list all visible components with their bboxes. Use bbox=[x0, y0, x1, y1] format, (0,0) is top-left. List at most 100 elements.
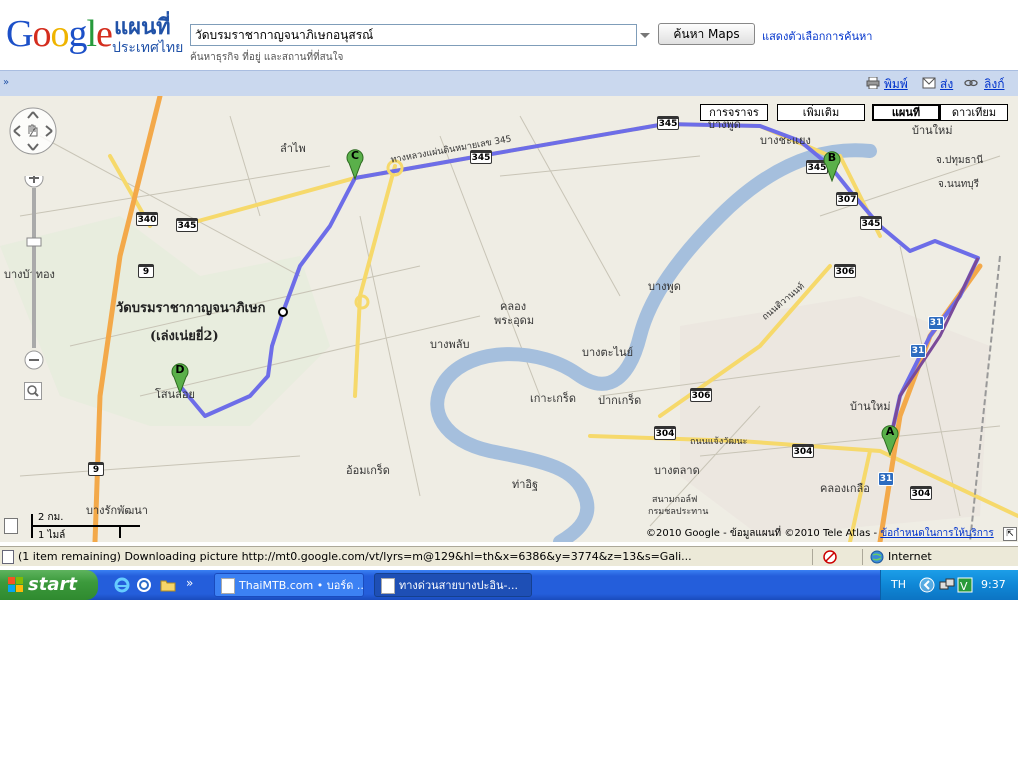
satellite-button[interactable]: ดาวเทียม bbox=[940, 104, 1008, 121]
scale-mi: 1 ไมล์ bbox=[38, 530, 66, 541]
place-label: คลองเกลือ bbox=[820, 482, 870, 495]
place-label: จ.นนทบุรี bbox=[938, 179, 980, 190]
place-label: (เล่งเน่ยยี่2) bbox=[150, 329, 219, 344]
start-button[interactable]: start bbox=[0, 570, 98, 600]
chevron-left-icon[interactable] bbox=[919, 577, 935, 593]
window-icon bbox=[381, 578, 395, 594]
place-label: บางตลาด bbox=[654, 464, 700, 477]
road-shield: 340 bbox=[136, 212, 158, 226]
place-label: บ้านใหม่ bbox=[850, 400, 891, 413]
link-icon bbox=[964, 79, 978, 87]
search-input[interactable] bbox=[190, 24, 637, 46]
zoom-slider-handle bbox=[26, 237, 42, 247]
window-icon bbox=[221, 578, 235, 594]
place-label: ท่าอิฐ bbox=[512, 478, 539, 491]
marker-label: D bbox=[175, 363, 185, 376]
ie-icon[interactable] bbox=[114, 577, 130, 593]
marker-label: B bbox=[827, 151, 837, 164]
route-marker-a[interactable]: A bbox=[880, 422, 900, 457]
antivirus-icon[interactable]: V bbox=[957, 577, 973, 593]
place-label: บางพลับ bbox=[430, 338, 470, 351]
browser-icon[interactable] bbox=[136, 577, 152, 593]
security-zone: Internet bbox=[888, 550, 932, 563]
resize-corner-icon[interactable]: ⇱ bbox=[1003, 527, 1017, 541]
maps-header: Google แผนที่ ประเทศไทย ค้นหาธุรกิจ ที่อ… bbox=[0, 0, 1024, 70]
print-link[interactable]: พิมพ์ bbox=[884, 75, 908, 93]
panel-toggle-button[interactable] bbox=[4, 518, 18, 534]
globe-icon bbox=[870, 550, 884, 564]
task-label: ThaiMTB.com • บอร์ด ... bbox=[239, 579, 364, 592]
map-type-button[interactable]: แผนที่ bbox=[872, 104, 940, 121]
road-shield: 304 bbox=[910, 486, 932, 500]
clock[interactable]: 9:37 bbox=[981, 577, 1006, 593]
place-label: อ้อมเกร็ด bbox=[346, 464, 390, 477]
road-shield: 306 bbox=[834, 264, 856, 278]
map-toolbar: » พิมพ์ ส่ง ลิงก์ bbox=[0, 70, 1018, 96]
road-label: ถนนแจ้งวัฒนะ bbox=[690, 437, 748, 447]
road-shield: 345 bbox=[470, 150, 492, 164]
road-shield: 31 bbox=[928, 316, 944, 330]
route-marker-d[interactable]: D bbox=[170, 360, 190, 395]
browser-window: Google แผนที่ ประเทศไทย ค้นหาธุรกิจ ที่อ… bbox=[0, 0, 1024, 768]
mail-icon bbox=[922, 77, 936, 89]
pan-control[interactable] bbox=[8, 106, 58, 156]
network-icon[interactable] bbox=[939, 577, 955, 593]
road-shield: 345 bbox=[657, 116, 679, 130]
more-button[interactable]: เพิ่มเติม bbox=[777, 104, 865, 121]
road-shield: 304 bbox=[792, 444, 814, 458]
svg-text:V: V bbox=[960, 580, 968, 593]
marker-label: C bbox=[350, 149, 360, 162]
status-divider bbox=[812, 549, 813, 565]
terms-link[interactable]: ข้อกำหนดในการให้บริการ bbox=[880, 528, 993, 539]
status-text: (1 item remaining) Downloading picture h… bbox=[18, 550, 692, 563]
system-tray: TH V 9:37 bbox=[880, 570, 1018, 600]
place-label: บ้านใหม่ bbox=[912, 124, 953, 137]
route-marker-b[interactable]: B bbox=[822, 148, 842, 183]
road-shield: 306 bbox=[690, 388, 712, 402]
browser-statusbar: (1 item remaining) Downloading picture h… bbox=[0, 546, 1018, 566]
print-icon bbox=[866, 77, 880, 89]
taskbar: start » ThaiMTB.com • บอร์ด ... ทางด่วนส… bbox=[0, 570, 1018, 600]
send-link[interactable]: ส่ง bbox=[940, 75, 953, 93]
chevron-down-icon[interactable] bbox=[638, 28, 652, 42]
logo-country-text: ประเทศไทย bbox=[112, 40, 184, 56]
traffic-button[interactable]: การจราจร bbox=[700, 104, 768, 121]
route-marker-c[interactable]: C bbox=[345, 146, 365, 181]
search-options-link[interactable]: แสดงตัวเลือกการค้นหา bbox=[762, 27, 872, 45]
link-link[interactable]: ลิงก์ bbox=[984, 75, 1004, 93]
search-hint: ค้นหาธุรกิจ ที่อยู่ และสถานที่ที่สนใจ bbox=[190, 52, 344, 63]
place-label: บางพูด bbox=[648, 280, 681, 293]
folder-icon[interactable] bbox=[160, 577, 176, 593]
road-shield: 9 bbox=[138, 264, 154, 278]
map-copyright: ©2010 Google - ข้อมูลแผนที่ ©2010 Tele A… bbox=[646, 526, 994, 541]
place-label: จ.ปทุมธานี bbox=[936, 155, 984, 166]
start-label: start bbox=[28, 574, 77, 595]
status-divider bbox=[862, 549, 863, 565]
place-label: วัดบรมราชากาญจนาภิเษก bbox=[116, 301, 266, 316]
marker-label: A bbox=[885, 425, 895, 438]
google-maps-logo[interactable]: Google แผนที่ ประเทศไทย bbox=[6, 12, 191, 62]
place-label: ลำไพ bbox=[280, 142, 306, 155]
task-label: ทางด่วนสายบางปะอิน-... bbox=[399, 579, 518, 592]
search-maps-button[interactable]: ค้นหา Maps bbox=[658, 23, 755, 45]
place-label: เกาะเกร็ด bbox=[530, 392, 576, 405]
task-button[interactable]: ThaiMTB.com • บอร์ด ... bbox=[214, 573, 364, 597]
place-label: บางตะไนย์ bbox=[582, 346, 634, 359]
road-shield: 31 bbox=[910, 344, 926, 358]
popup-blocker-icon[interactable] bbox=[822, 550, 838, 564]
logo-maps-text: แผนที่ bbox=[114, 15, 171, 40]
road-shield: 304 bbox=[654, 426, 676, 440]
language-indicator[interactable]: TH bbox=[891, 577, 906, 593]
place-label: บางชะแยง bbox=[760, 134, 811, 147]
zoom-control[interactable] bbox=[24, 176, 44, 376]
road-shield: 9 bbox=[88, 462, 104, 476]
magnifier-icon[interactable] bbox=[24, 382, 42, 400]
road-shield: 345 bbox=[176, 218, 198, 232]
task-button-active[interactable]: ทางด่วนสายบางปะอิน-... bbox=[374, 573, 532, 597]
toggle-panel-button[interactable]: » bbox=[0, 76, 12, 90]
quick-launch-more-icon[interactable]: » bbox=[186, 576, 193, 590]
google-logo-text: Google bbox=[6, 13, 113, 55]
place-label: คลอง bbox=[500, 300, 527, 313]
road-shield: 307 bbox=[836, 192, 858, 206]
map-canvas[interactable]: ลำไพ บางบัวทอง วัดบรมราชากาญจนาภิเษก (เล… bbox=[0, 96, 1018, 542]
